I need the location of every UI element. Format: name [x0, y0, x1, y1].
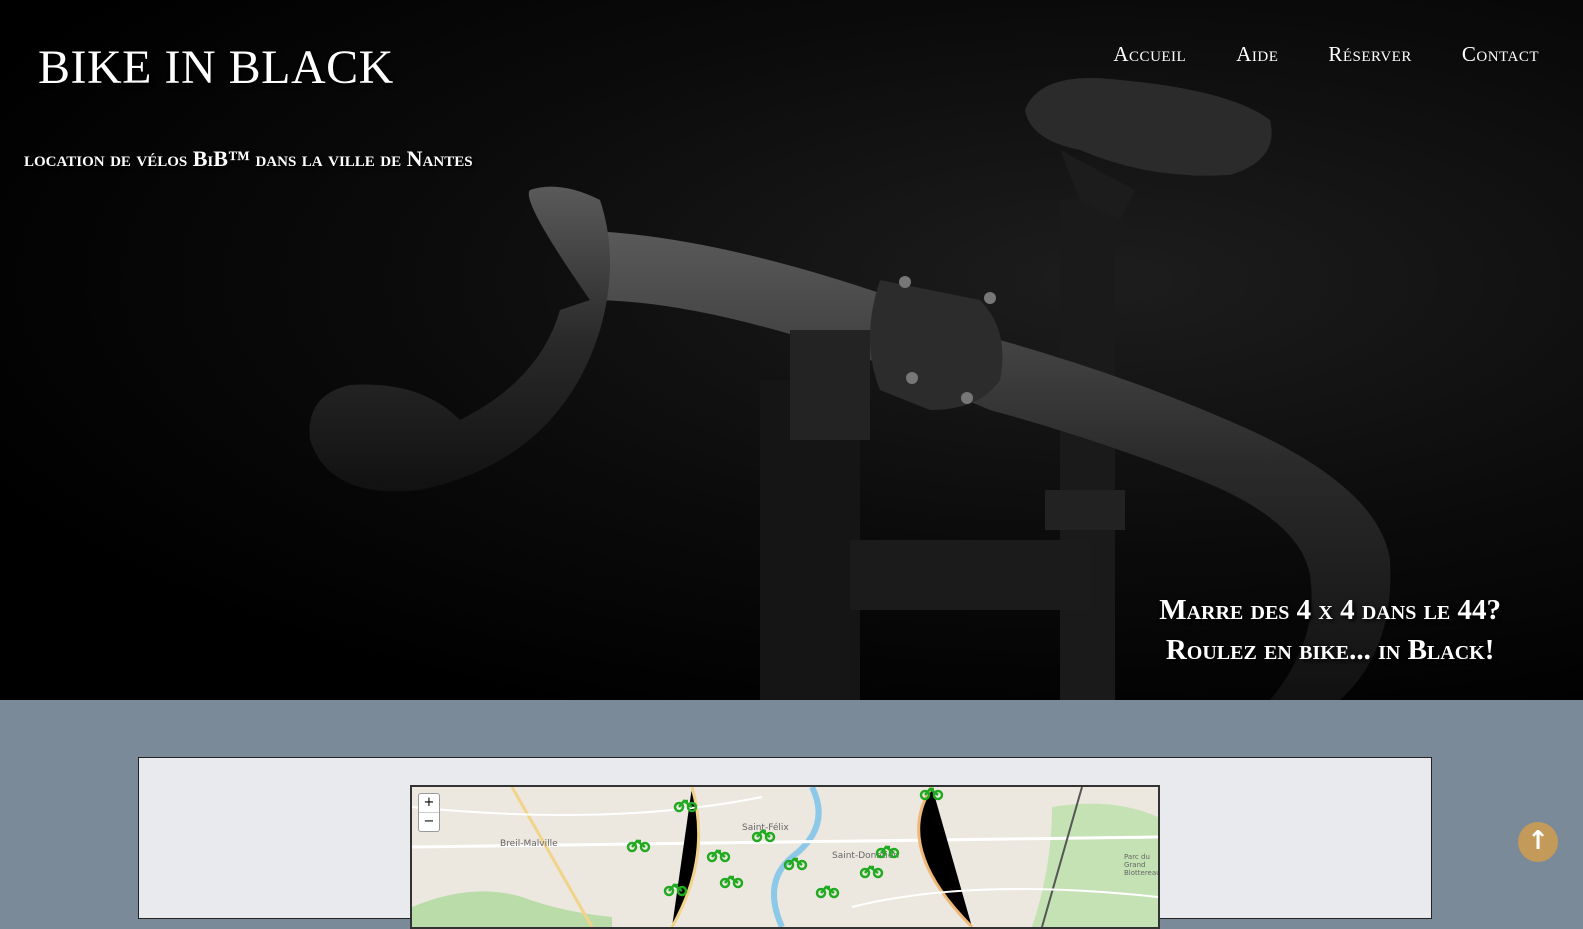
bike-station-icon	[919, 787, 944, 801]
slogan-line-1: Marre des 4 x 4 dans le 44?	[1159, 594, 1501, 626]
bike-station-icon	[719, 875, 744, 889]
map-panel: + − Breil-Malville Saint-Félix Saint-Don…	[138, 757, 1432, 929]
bike-station-icon	[815, 885, 840, 899]
bike-station-icon	[626, 839, 651, 853]
bike-station-icon	[706, 849, 731, 863]
hero-banner: BIKE IN BLACK Accueil Aide Réserver Cont…	[0, 0, 1583, 700]
nav-reserver[interactable]: Réserver	[1328, 42, 1411, 67]
nav-contact[interactable]: Contact	[1462, 42, 1539, 67]
bike-station-icon	[859, 865, 884, 879]
main-nav: Accueil Aide Réserver Contact	[1113, 42, 1539, 67]
tagline: location de vélos BiB™ dans la ville de …	[24, 146, 473, 171]
slogan-line-2: Roulez en bike... in Black!	[1165, 634, 1495, 666]
station-map[interactable]: + − Breil-Malville Saint-Félix Saint-Don…	[410, 785, 1160, 929]
brand-logo[interactable]: BIKE IN BLACK	[38, 40, 394, 95]
bike-markers	[626, 787, 944, 899]
nav-accueil[interactable]: Accueil	[1113, 42, 1186, 67]
arrow-up-icon: ↑	[1527, 826, 1549, 856]
nav-aide[interactable]: Aide	[1236, 42, 1278, 67]
bike-station-icon	[783, 857, 808, 871]
bike-station-icon	[663, 883, 688, 897]
bike-station-icon	[875, 845, 900, 859]
bike-station-icon	[673, 799, 698, 813]
bike-station-icon	[751, 829, 776, 843]
slogan: Marre des 4 x 4 dans le 44? Roulez en bi…	[1159, 590, 1501, 670]
scroll-to-top-button[interactable]: ↑	[1518, 822, 1558, 862]
